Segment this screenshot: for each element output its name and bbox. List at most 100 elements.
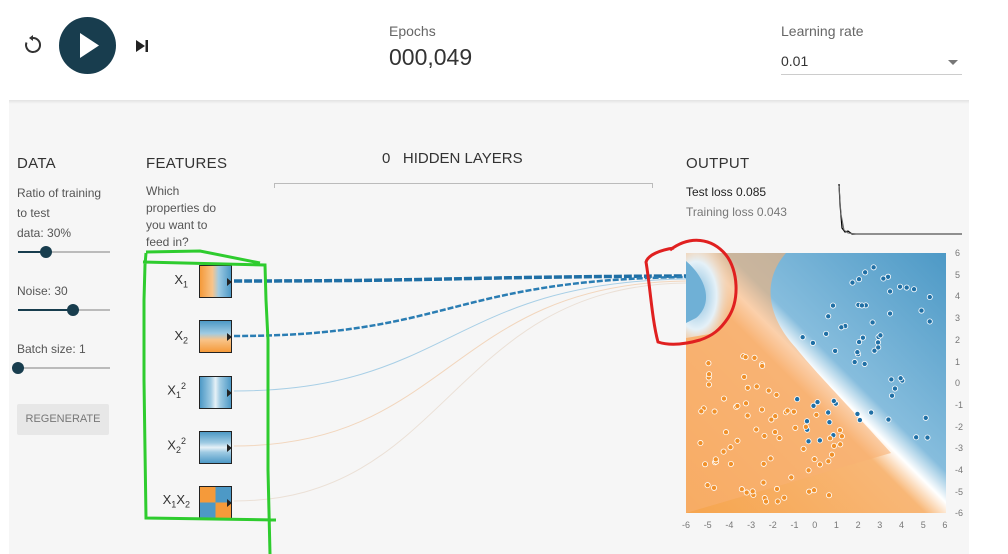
data-point [913, 434, 920, 441]
y-tick-label: -5 [955, 486, 964, 497]
x-tick-label: -5 [703, 520, 712, 530]
data-point [825, 313, 832, 320]
y-tick-label: 4 [955, 291, 961, 302]
data-point [744, 384, 751, 391]
data-point [776, 435, 783, 442]
data-point [706, 371, 713, 378]
data-point [758, 406, 765, 413]
data-point [743, 400, 750, 407]
data-point [753, 426, 760, 433]
data-point [705, 381, 712, 388]
y-tick-label: 1 [955, 356, 961, 367]
data-point [877, 332, 884, 339]
data-point [926, 318, 933, 325]
data-point [810, 402, 817, 409]
data-point [811, 456, 818, 463]
output-title: OUTPUT [686, 155, 750, 172]
data-point [856, 417, 863, 424]
y-tick-label: 5 [955, 269, 961, 280]
data-point [763, 498, 770, 505]
output-heatmap[interactable] [686, 253, 946, 513]
data-point [862, 269, 869, 276]
data-point [761, 433, 768, 440]
data-point [816, 437, 823, 444]
data-point [926, 294, 933, 301]
x-tick-label: 3 [877, 520, 883, 530]
y-tick-label: 0 [955, 378, 961, 389]
data-point [800, 445, 807, 452]
x-tick-label: 6 [942, 520, 948, 530]
data-point [861, 360, 868, 367]
y-tick-label: 3 [955, 313, 961, 324]
data-point [918, 307, 925, 314]
data-point [870, 264, 877, 271]
data-point [869, 319, 876, 326]
data-point [838, 324, 845, 331]
data-point [885, 416, 892, 423]
data-point [741, 373, 748, 380]
data-point [854, 410, 861, 417]
data-point [774, 498, 781, 505]
data-point [813, 411, 820, 418]
data-point [753, 383, 760, 390]
data-point [830, 397, 837, 404]
data-point [827, 435, 834, 442]
data-point [809, 339, 816, 346]
data-point [711, 484, 718, 491]
data-point [825, 458, 832, 465]
data-point [742, 354, 749, 361]
decision-boundary [686, 253, 946, 513]
data-point [794, 396, 801, 403]
data-point [765, 387, 772, 394]
link-x2[interactable] [233, 275, 687, 338]
data-point [805, 438, 812, 445]
x-tick-label: 4 [899, 520, 905, 530]
data-point [734, 402, 741, 409]
data-point [823, 330, 830, 337]
data-point [837, 441, 844, 448]
data-point [836, 427, 843, 434]
data-point [751, 354, 758, 361]
data-point [760, 460, 767, 467]
link-x1x2[interactable] [233, 282, 687, 502]
data-point [911, 286, 918, 293]
x-tick-label: -6 [682, 520, 691, 530]
data-point [856, 276, 863, 283]
x-tick-label: 2 [855, 520, 861, 530]
data-point [922, 414, 929, 421]
data-point [788, 474, 795, 481]
data-point [828, 451, 835, 458]
data-point [720, 448, 727, 455]
data-point [768, 416, 775, 423]
x-tick-label: -1 [790, 520, 799, 530]
data-point [723, 429, 730, 436]
data-point [849, 279, 856, 286]
data-point [705, 360, 712, 367]
y-tick-label: 6 [955, 248, 961, 258]
x-tick-label: -2 [768, 520, 777, 530]
data-point [702, 461, 709, 468]
data-point [888, 376, 895, 383]
data-point [712, 456, 719, 463]
data-point [799, 334, 806, 341]
data-point [744, 412, 751, 419]
data-point [851, 359, 858, 366]
data-point [831, 442, 838, 449]
data-point [697, 440, 704, 447]
data-point [897, 283, 904, 290]
data-point [838, 433, 845, 440]
data-point [854, 349, 861, 356]
data-point [829, 302, 836, 309]
data-point [832, 347, 839, 354]
data-point [698, 408, 705, 415]
loss-curve-train [838, 185, 962, 235]
data-point [760, 479, 767, 486]
y-tick-label: -2 [955, 421, 964, 432]
test-loss: Test loss 0.085 [686, 185, 767, 199]
data-point [880, 275, 887, 282]
data-point [767, 455, 774, 462]
data-point [704, 482, 711, 489]
x-tick-label: -4 [725, 520, 734, 530]
data-point [734, 437, 741, 444]
data-point [806, 488, 813, 495]
